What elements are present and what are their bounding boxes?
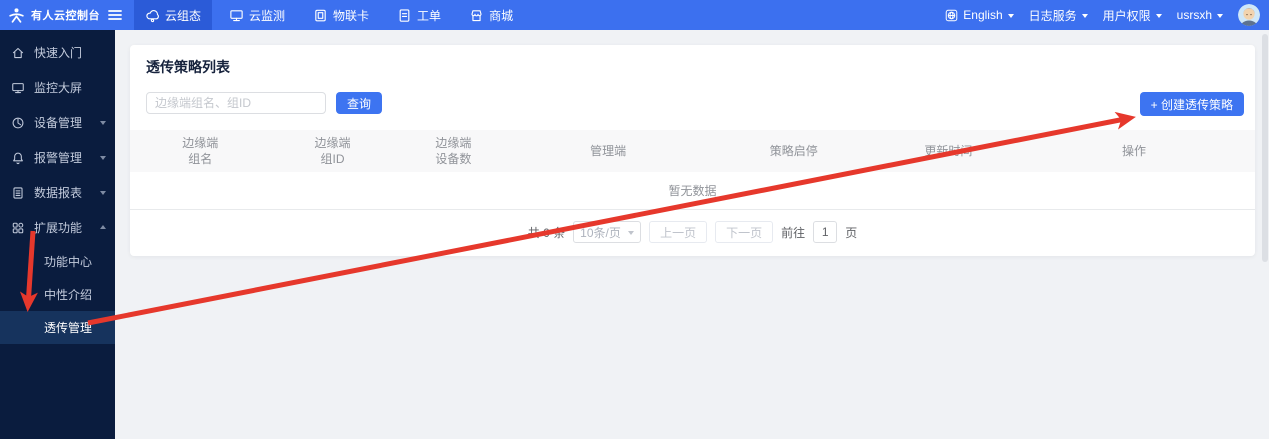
app-title: 有人云控制台 (31, 7, 100, 23)
user-permission-dropdown[interactable]: 用户权限 (1103, 7, 1162, 24)
cloud-scada-icon (145, 8, 160, 23)
device-gauge-icon (11, 116, 25, 130)
next-page-button[interactable]: 下一页 (715, 221, 773, 243)
policy-list-card: 透传策略列表 + 创建透传策略 查询 边缘端组名 边缘端组ID 边缘端设备数 管… (130, 45, 1255, 256)
pagination-total: 共 0 条 (528, 224, 565, 241)
iot-card-icon (313, 8, 328, 23)
chevron-down-icon (1008, 14, 1014, 21)
alarm-bell-icon (11, 151, 25, 165)
chevron-down-icon (1156, 14, 1162, 21)
vertical-scrollbar[interactable] (1262, 34, 1268, 262)
sidebar-item-label: 报警管理 (34, 149, 82, 166)
tab-label: 商城 (489, 7, 513, 24)
avatar[interactable] (1238, 4, 1260, 26)
log-service-dropdown[interactable]: 日志服务 (1029, 7, 1088, 24)
column-header-management-end: 管理端 (513, 130, 704, 172)
sidebar-item-quick-start[interactable]: 快速入门 (0, 35, 115, 70)
sidebar-subitem-passthrough-management[interactable]: 透传管理 (0, 311, 115, 344)
tab-label: 云组态 (165, 7, 201, 24)
search-row: 查询 (146, 92, 1239, 114)
prev-page-button[interactable]: 上一页 (649, 221, 707, 243)
tab-label: 云监测 (249, 7, 285, 24)
column-header-update-time: 更新时间 (884, 130, 1013, 172)
language-label: English (963, 8, 1002, 22)
chevron-down-icon (1082, 14, 1088, 21)
menu-icon[interactable] (108, 9, 122, 21)
chevron-down-icon (100, 156, 106, 163)
tab-iot-card[interactable]: 物联卡 (302, 0, 380, 30)
tab-cloud-scada[interactable]: 云组态 (134, 0, 212, 30)
goto-unit: 页 (845, 224, 857, 241)
search-input[interactable] (146, 92, 326, 114)
main-content: 透传策略列表 + 创建透传策略 查询 边缘端组名 边缘端组ID 边缘端设备数 管… (115, 30, 1269, 439)
page-title: 透传策略列表 (146, 57, 1239, 77)
table-empty-state: 暂无数据 (130, 172, 1255, 210)
table-header-row: 边缘端组名 边缘端组ID 边缘端设备数 管理端 策略启停 更新时间 (130, 130, 1255, 172)
goto-label: 前往 (781, 224, 805, 241)
extensions-grid-icon (11, 221, 25, 235)
home-icon (11, 46, 25, 60)
sidebar-menu: 快速入门 监控大屏 设备管理 (0, 30, 115, 344)
page-size-value: 10条/页 (580, 224, 621, 241)
tab-label: 工单 (417, 7, 441, 24)
sidebar-item-label: 监控大屏 (34, 79, 82, 96)
chevron-down-icon (100, 121, 106, 128)
pagination: 共 0 条 10条/页 上一页 下一页 前往 页 (130, 221, 1255, 243)
sidebar-item-label: 快速入门 (34, 44, 82, 61)
topbar-right: English 日志服务 用户权限 usrsxh (945, 4, 1269, 26)
column-header-policy-switch: 策略启停 (704, 130, 884, 172)
tab-mall[interactable]: 商城 (458, 0, 524, 30)
work-order-icon (397, 8, 412, 23)
column-header-edge-device-count: 边缘端设备数 (394, 130, 512, 172)
globe-icon (945, 9, 958, 22)
sidebar-item-alarm-management[interactable]: 报警管理 (0, 140, 115, 175)
sidebar-subitem-label: 中性介绍 (44, 286, 92, 303)
sidebar-item-label: 设备管理 (34, 114, 82, 131)
sidebar-subitem-neutral-intro[interactable]: 中性介绍 (0, 278, 115, 311)
tab-cloud-monitor[interactable]: 云监测 (218, 0, 296, 30)
mall-icon (469, 8, 484, 23)
sidebar-item-extensions[interactable]: 扩展功能 (0, 210, 115, 245)
language-dropdown[interactable]: English (945, 8, 1013, 22)
create-policy-button[interactable]: + 创建透传策略 (1140, 92, 1244, 116)
top-nav-tabs: 云组态 云监测 物联卡 (134, 0, 530, 30)
empty-text: 暂无数据 (668, 182, 716, 199)
sidebar-item-data-report[interactable]: 数据报表 (0, 175, 115, 210)
column-header-edge-group-name: 边缘端组名 (130, 130, 271, 172)
chevron-down-icon (628, 231, 634, 238)
report-icon (11, 186, 25, 200)
logo-icon (8, 7, 25, 24)
column-header-actions: 操作 (1013, 130, 1255, 172)
page-size-select[interactable]: 10条/页 (573, 221, 641, 243)
chevron-up-icon (100, 222, 106, 229)
big-screen-icon (11, 81, 25, 95)
query-button[interactable]: 查询 (336, 92, 382, 114)
goto-page-input[interactable] (813, 221, 837, 243)
tab-work-order[interactable]: 工单 (386, 0, 452, 30)
sidebar: 快速入门 监控大屏 设备管理 (0, 30, 115, 439)
column-header-edge-group-id: 边缘端组ID (271, 130, 395, 172)
username-label: usrsxh (1177, 8, 1212, 22)
tab-label: 物联卡 (333, 7, 369, 24)
user-permission-label: 用户权限 (1103, 7, 1151, 24)
sidebar-item-label: 数据报表 (34, 184, 82, 201)
cloud-monitor-icon (229, 8, 244, 23)
sidebar-item-device-management[interactable]: 设备管理 (0, 105, 115, 140)
sidebar-subitem-function-center[interactable]: 功能中心 (0, 245, 115, 278)
brand: 有人云控制台 (0, 7, 128, 24)
topbar: 有人云控制台 云组态 云监测 (0, 0, 1269, 30)
sidebar-subitem-label: 透传管理 (44, 319, 92, 336)
sidebar-item-label: 扩展功能 (34, 219, 82, 236)
chevron-down-icon (100, 191, 106, 198)
chevron-down-icon (1217, 14, 1223, 21)
policy-table: 边缘端组名 边缘端组ID 边缘端设备数 管理端 策略启停 更新时间 (130, 130, 1255, 210)
log-service-label: 日志服务 (1029, 7, 1077, 24)
sidebar-subitem-label: 功能中心 (44, 253, 92, 270)
sidebar-item-monitor-screen[interactable]: 监控大屏 (0, 70, 115, 105)
username-dropdown[interactable]: usrsxh (1177, 8, 1223, 22)
